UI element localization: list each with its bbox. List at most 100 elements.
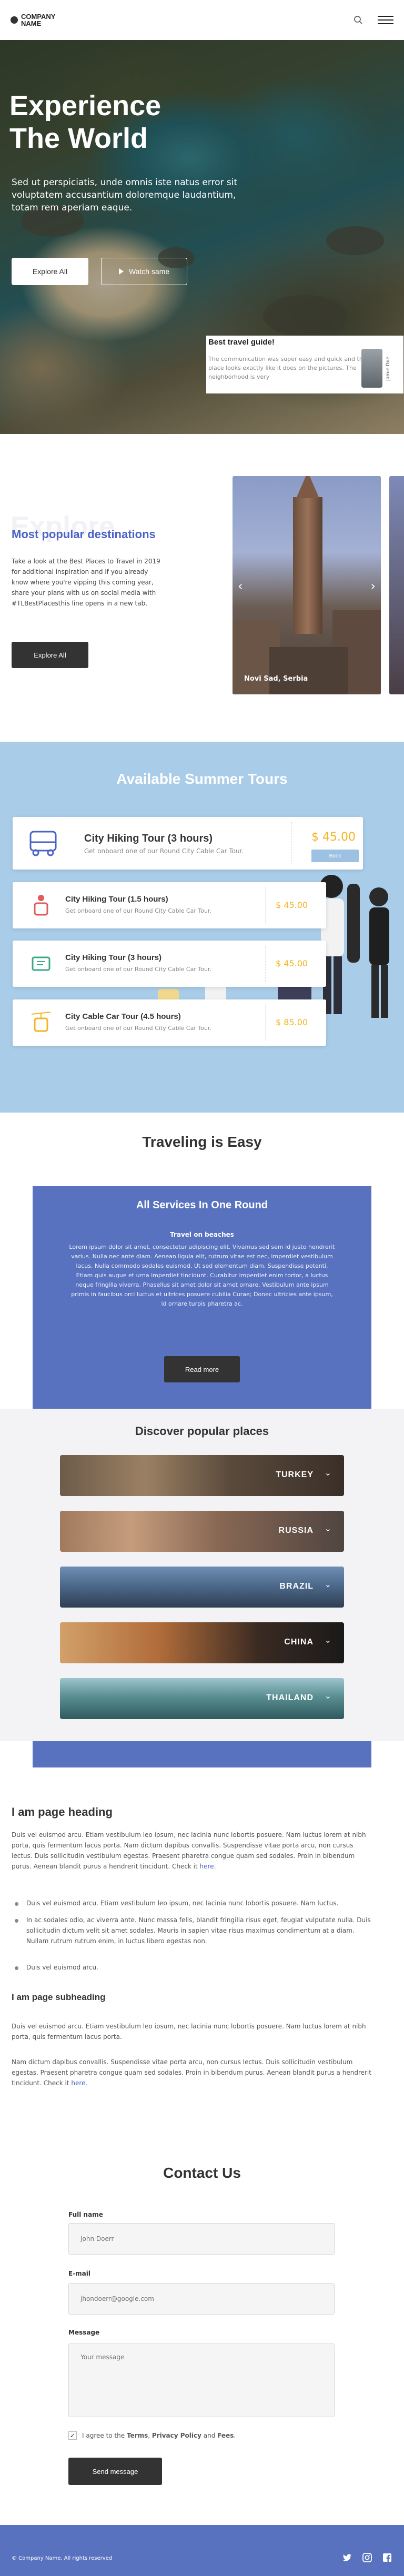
agree-prefix: I agree to the (82, 2432, 125, 2439)
page-heading: I am page heading (12, 1805, 113, 1819)
footer: © Company Name. All rights reserved (0, 2525, 404, 2576)
destination-slide-next[interactable] (389, 476, 404, 694)
top-navbar: COMPANY NAME (0, 0, 404, 40)
ticket-icon (32, 956, 50, 971)
tour-description: Get onboard one of our Round City Cable … (65, 966, 211, 973)
logo-line-2: NAME (21, 19, 42, 27)
chevron-down-icon: ⌄ (324, 1691, 331, 1701)
traveling-title: Traveling is Easy (142, 1134, 262, 1150)
article-paragraph-text: Nam dictum dapibus convallis. Suspendiss… (12, 2058, 371, 2087)
instagram-icon[interactable] (362, 2552, 372, 2563)
tour-name: City Hiking Tour (1.5 hours) (65, 895, 168, 904)
services-subtitle: Travel on beaches (170, 1231, 234, 1238)
place-accordion-china[interactable]: CHINA ⌄ (60, 1622, 344, 1663)
list-item: Duis vel euismod arcu. Etiam vestibulum … (26, 1900, 339, 1907)
slider-prev-icon[interactable]: ‹ (238, 579, 243, 593)
explore-all-button[interactable]: Explore All (12, 258, 88, 285)
menu-icon[interactable] (378, 16, 393, 24)
privacy-link[interactable]: Privacy Policy (152, 2432, 201, 2439)
read-more-button[interactable]: Read more (164, 1356, 240, 1382)
send-message-button[interactable]: Send message (68, 2458, 162, 2485)
place-name: BRAZIL (279, 1582, 314, 1591)
list-item: In ac sodales odio, ac viverra ante. Nun… (26, 1916, 371, 1945)
tour-card[interactable]: City Hiking Tour (1.5 hours) Get onboard… (13, 882, 326, 928)
fees-link[interactable]: Fees (217, 2432, 234, 2439)
slide-caption: Novi Sad, Serbia (244, 675, 308, 683)
list-bullet (15, 1919, 18, 1923)
place-accordion-thailand[interactable]: THAILAND ⌄ (60, 1678, 344, 1719)
hero-section: COMPANY NAME Experience The World Sed ut… (0, 0, 404, 434)
place-accordion-brazil[interactable]: BRAZIL ⌄ (60, 1567, 344, 1608)
message-textarea[interactable] (68, 2343, 335, 2417)
hiker-icon (34, 895, 48, 916)
list-bullet (15, 1902, 18, 1906)
popular-places-title: Discover popular places (135, 1425, 269, 1438)
hero-title-line-1: Experience (9, 90, 161, 122)
search-icon[interactable] (354, 15, 363, 25)
place-name: RUSSIA (278, 1526, 314, 1535)
chevron-down-icon: ⌄ (324, 1579, 331, 1589)
email-label: E-mail (68, 2270, 91, 2277)
destination-slide[interactable]: ‹ › Novi Sad, Serbia (233, 476, 381, 694)
services-title: All Services In One Round (136, 1199, 268, 1211)
chevron-down-icon: ⌄ (324, 1468, 331, 1478)
hero-subtitle: Sed ut perspiciatis, unde omnis iste nat… (12, 177, 238, 213)
hero-title-line-2: The World (9, 123, 148, 154)
book-button[interactable]: Book (311, 850, 359, 862)
tour-card[interactable]: City Hiking Tour (3 hours) Get onboard o… (13, 941, 326, 987)
logo[interactable]: COMPANY NAME (21, 13, 55, 27)
article-link[interactable]: here. (71, 2079, 87, 2087)
tour-price: $ 85.00 (276, 1017, 308, 1027)
chevron-down-icon: ⌄ (324, 1635, 331, 1645)
page-subheading: I am page subheading (12, 1992, 106, 2002)
agree-and: and (203, 2432, 216, 2439)
copyright-text: © Company Name. All rights reserved (12, 2555, 113, 2561)
tour-name: City Hiking Tour (3 hours) (84, 833, 213, 844)
contact-title: Contact Us (163, 2165, 241, 2181)
testimonial-text: The communication was super easy and qui… (208, 356, 367, 380)
place-name: THAILAND (266, 1693, 314, 1702)
destinations-text: Take a look at the Best Places to Travel… (12, 558, 160, 607)
place-accordion-russia[interactable]: RUSSIA ⌄ (60, 1511, 344, 1552)
tour-card[interactable]: City Hiking Tour (3 hours) Get onboard o… (13, 817, 363, 870)
destinations-title: Most popular destinations (12, 528, 156, 541)
tour-description: Get onboard one of our Round City Cable … (84, 847, 244, 855)
place-name: CHINA (284, 1638, 314, 1646)
email-input[interactable] (68, 2283, 335, 2315)
testimonial-title: Best travel guide! (208, 338, 275, 347)
watch-video-button[interactable]: Watch same (101, 258, 187, 285)
article-paragraph-text: Duis vel euismod arcu. Etiam vestibulum … (12, 1831, 366, 1870)
agree-terms-row: ✓ I agree to the Terms, Privacy Policy a… (68, 2431, 236, 2440)
bus-icon (29, 831, 57, 856)
tour-price: $ 45.00 (276, 900, 308, 910)
place-name: TURKEY (276, 1470, 314, 1479)
hero-title: Experience The World (9, 89, 161, 155)
tour-description: Get onboard one of our Round City Cable … (65, 907, 211, 914)
destinations-explore-button[interactable]: Explore All (12, 642, 88, 668)
tour-name: City Hiking Tour (3 hours) (65, 953, 162, 962)
article-link[interactable]: here. (200, 1863, 216, 1870)
services-text: Lorem ipsum dolor sit amet, consectetur … (69, 1244, 335, 1307)
play-icon (118, 268, 124, 275)
agree-checkbox[interactable]: ✓ (68, 2431, 77, 2440)
destinations-section: Explore Most popular destinations Take a… (0, 434, 404, 742)
cable-car-icon (31, 1012, 51, 1032)
article-paragraph: Duis vel euismod arcu. Etiam vestibulum … (12, 2023, 366, 2040)
tour-card[interactable]: City Cable Car Tour (4.5 hours) Get onbo… (13, 999, 326, 1046)
tours-title: Available Summer Tours (116, 771, 288, 787)
facebook-icon[interactable] (382, 2552, 392, 2563)
terms-link[interactable]: Terms (127, 2432, 148, 2439)
tour-description: Get onboard one of our Round City Cable … (65, 1025, 211, 1032)
place-accordion-turkey[interactable]: TURKEY ⌄ (60, 1455, 344, 1496)
watch-video-label: Watch same (128, 267, 170, 276)
testimonial-author: Jamie Doe (386, 357, 391, 381)
full-name-input[interactable] (68, 2223, 335, 2255)
tours-section: Available Summer Tours City Hiking Tour … (0, 742, 404, 1113)
list-bullet (15, 1966, 18, 1970)
list-item: Duis vel euismod arcu. (26, 1964, 98, 1971)
twitter-icon[interactable] (342, 2552, 352, 2563)
tour-price: $ 45.00 (311, 831, 356, 844)
slider-next-icon[interactable]: › (370, 579, 376, 593)
tour-name: City Cable Car Tour (4.5 hours) (65, 1012, 181, 1021)
article-paragraph: Nam dictum dapibus convallis. Suspendiss… (12, 2057, 375, 2088)
